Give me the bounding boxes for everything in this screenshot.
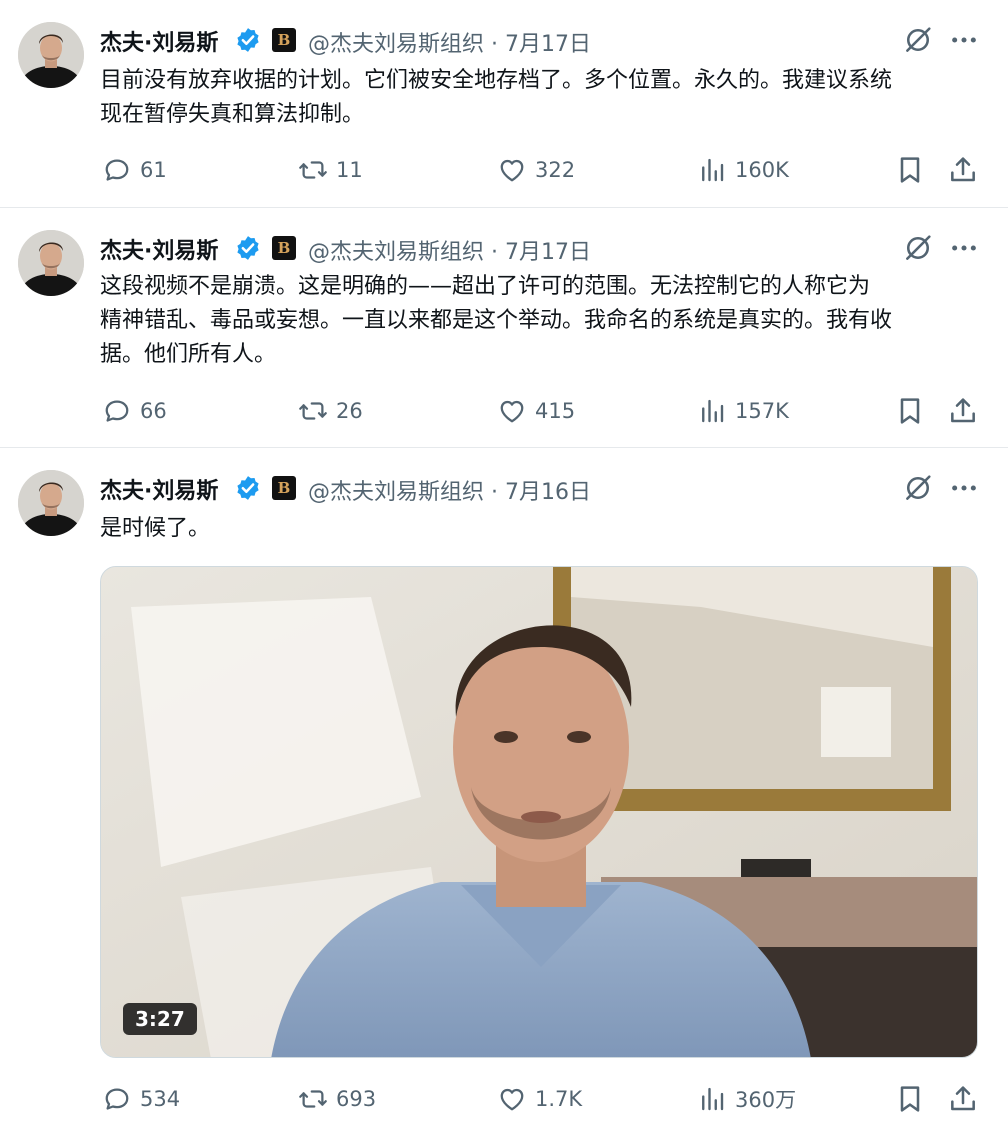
grok-icon[interactable] xyxy=(902,232,934,264)
repost-count: 26 xyxy=(336,399,363,423)
repost-icon xyxy=(298,155,328,185)
like-button[interactable]: 322 xyxy=(497,150,575,190)
repost-icon xyxy=(298,396,328,426)
like-count: 322 xyxy=(535,158,576,182)
tweet-1[interactable]: 杰夫·刘易斯 B @杰夫刘易斯组织 · 7月17日 目前没有放弃收据的计划。它们… xyxy=(0,0,1008,208)
more-icon[interactable] xyxy=(948,24,980,56)
repost-icon xyxy=(298,1084,328,1114)
affiliate-badge-icon[interactable]: B xyxy=(272,28,296,52)
reply-icon xyxy=(102,1084,132,1114)
views-icon xyxy=(697,396,727,426)
tweet-text: 目前没有放弃收据的计划。它们被安全地存档了。多个位置。永久的。我建议系统 现在暂… xyxy=(100,64,990,132)
reply-count: 61 xyxy=(140,158,167,182)
views-icon xyxy=(697,155,727,185)
action-bar: 66 26 415 157K xyxy=(0,391,1008,431)
bookmark-icon[interactable] xyxy=(894,395,926,427)
avatar[interactable] xyxy=(18,230,84,296)
handle-and-date[interactable]: @杰夫刘易斯组织 · 7月17日 xyxy=(308,26,591,58)
verified-badge-icon xyxy=(234,234,262,262)
video-player[interactable]: 3:27 xyxy=(100,566,978,1058)
bookmark-icon[interactable] xyxy=(894,154,926,186)
like-count: 1.7K xyxy=(535,1087,583,1111)
handle-and-date[interactable]: @杰夫刘易斯组织 · 7月17日 xyxy=(308,234,591,266)
affiliate-badge-icon[interactable]: B xyxy=(272,476,296,500)
reply-icon xyxy=(102,396,132,426)
share-icon[interactable] xyxy=(947,395,979,427)
tweet-text: 这段视频不是崩溃。这是明确的——超出了许可的范围。无法控制它的人称它为 精神错乱… xyxy=(100,270,990,372)
author-name[interactable]: 杰夫·刘易斯 xyxy=(100,25,218,57)
reply-button[interactable]: 66 xyxy=(102,391,167,431)
like-icon xyxy=(497,396,527,426)
avatar[interactable] xyxy=(18,470,84,536)
grok-icon[interactable] xyxy=(902,24,934,56)
video-duration-badge: 3:27 xyxy=(123,1003,197,1035)
repost-button[interactable]: 26 xyxy=(298,391,363,431)
more-icon[interactable] xyxy=(948,232,980,264)
views-icon xyxy=(697,1084,727,1114)
views-count: 360万 xyxy=(735,1088,797,1112)
repost-button[interactable]: 693 xyxy=(298,1079,376,1119)
tweet-text-line: 精神错乱、毒品或妄想。一直以来都是这个举动。我命名的系统是真实的。我有收 xyxy=(100,308,893,333)
views-button[interactable]: 157K xyxy=(697,391,789,431)
share-icon[interactable] xyxy=(947,1083,979,1115)
reply-button[interactable]: 534 xyxy=(102,1079,180,1119)
author-name[interactable]: 杰夫·刘易斯 xyxy=(100,233,218,265)
reply-count: 66 xyxy=(140,399,167,423)
avatar[interactable] xyxy=(18,22,84,88)
like-icon xyxy=(497,1084,527,1114)
views-button[interactable]: 360万 xyxy=(697,1079,796,1119)
views-button[interactable]: 160K xyxy=(697,150,789,190)
verified-badge-icon xyxy=(234,26,262,54)
more-icon[interactable] xyxy=(948,472,980,504)
tweet-2[interactable]: 杰夫·刘易斯 B @杰夫刘易斯组织 · 7月17日 这段视频不是崩溃。这是明确的… xyxy=(0,208,1008,448)
tweet-text-line: 据。他们所有人。 xyxy=(100,342,277,367)
repost-count: 11 xyxy=(336,158,363,182)
like-count: 415 xyxy=(535,399,576,423)
repost-count: 693 xyxy=(336,1087,377,1111)
views-count: 157K xyxy=(735,399,789,423)
tweet-text-line: 这段视频不是崩溃。这是明确的——超出了许可的范围。无法控制它的人称它为 xyxy=(100,274,871,299)
reply-icon xyxy=(102,155,132,185)
tweet-text-line: 是时候了。 xyxy=(100,516,211,541)
handle-and-date[interactable]: @杰夫刘易斯组织 · 7月16日 xyxy=(308,474,591,506)
grok-icon[interactable] xyxy=(902,472,934,504)
repost-button[interactable]: 11 xyxy=(298,150,363,190)
action-bar: 534 693 1.7K 360万 xyxy=(0,1079,1008,1119)
like-button[interactable]: 1.7K xyxy=(497,1079,582,1119)
share-icon[interactable] xyxy=(947,154,979,186)
video-thumbnail xyxy=(101,567,977,1057)
views-count: 160K xyxy=(735,158,789,182)
like-button[interactable]: 415 xyxy=(497,391,575,431)
author-name[interactable]: 杰夫·刘易斯 xyxy=(100,473,218,505)
action-bar: 61 11 322 160K xyxy=(0,150,1008,190)
affiliate-badge-icon[interactable]: B xyxy=(272,236,296,260)
tweet-text-line: 目前没有放弃收据的计划。它们被安全地存档了。多个位置。永久的。我建议系统 xyxy=(100,68,893,93)
reply-button[interactable]: 61 xyxy=(102,150,167,190)
verified-badge-icon xyxy=(234,474,262,502)
bookmark-icon[interactable] xyxy=(894,1083,926,1115)
tweet-text: 是时候了。 xyxy=(100,512,990,546)
tweet-text-line: 现在暂停失真和算法抑制。 xyxy=(100,102,365,127)
like-icon xyxy=(497,155,527,185)
reply-count: 534 xyxy=(140,1087,181,1111)
